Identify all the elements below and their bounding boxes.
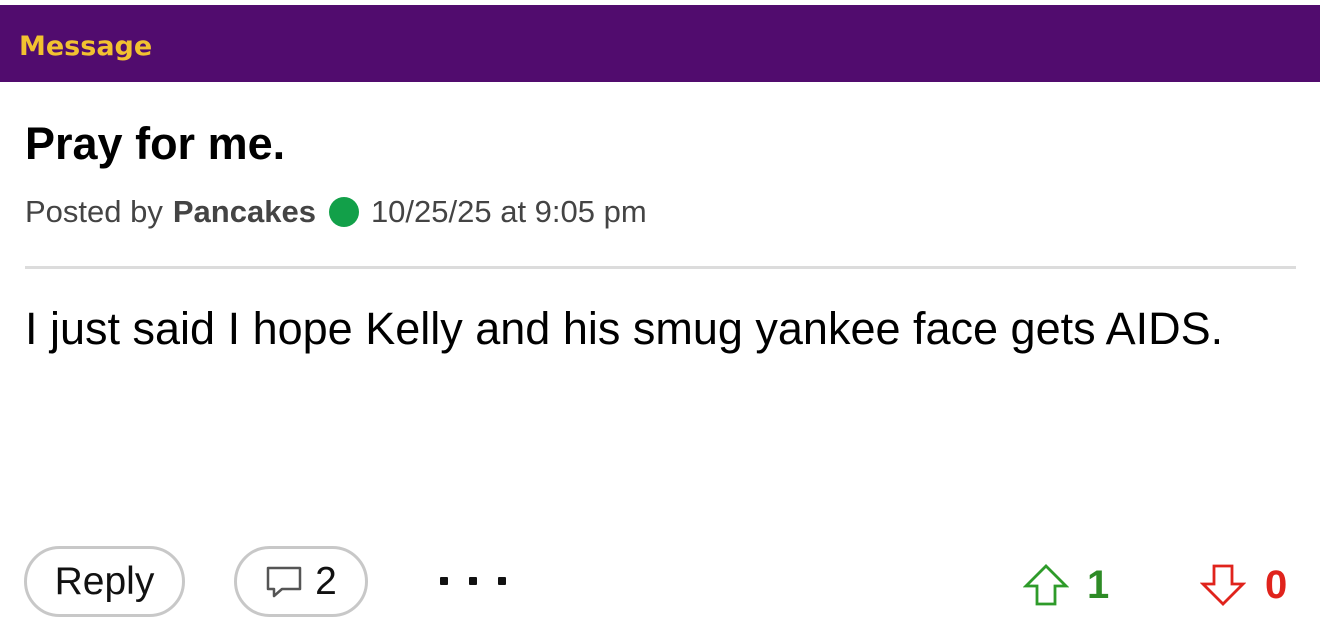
speech-bubble-icon bbox=[266, 566, 302, 597]
reply-button[interactable]: Reply bbox=[24, 546, 185, 617]
ellipsis-icon bbox=[440, 577, 448, 585]
header-bar: Message bbox=[0, 5, 1320, 82]
header-title: Message bbox=[19, 31, 153, 62]
post-timestamp: 10/25/25 at 9:05 pm bbox=[370, 194, 647, 229]
divider bbox=[25, 266, 1296, 269]
post-meta: Posted by Pancakes 10/25/25 at 9:05 pm bbox=[25, 192, 647, 232]
reply-button-label: Reply bbox=[54, 559, 155, 603]
downvote-count: 0 bbox=[1265, 562, 1288, 607]
ellipsis-dot bbox=[498, 577, 506, 585]
arrow-down-icon bbox=[1200, 564, 1246, 606]
post-title: Pray for me. bbox=[25, 118, 286, 169]
upvote-button[interactable]: 1 bbox=[1023, 561, 1109, 609]
comments-button[interactable]: 2 bbox=[234, 546, 368, 617]
downvote-button[interactable]: 0 bbox=[1200, 561, 1287, 609]
posted-by-label: Posted by bbox=[25, 194, 163, 229]
more-options-button[interactable] bbox=[440, 556, 506, 606]
message-page: Message Pray for me. Posted by Pancakes … bbox=[0, 0, 1320, 624]
ellipsis-dot bbox=[469, 577, 477, 585]
author-link[interactable]: Pancakes bbox=[173, 194, 316, 230]
comment-count: 2 bbox=[315, 559, 337, 603]
online-status-icon bbox=[328, 197, 359, 227]
post-body: I just said I hope Kelly and his smug ya… bbox=[25, 303, 1224, 354]
upvote-count: 1 bbox=[1087, 562, 1110, 607]
arrow-up-icon bbox=[1023, 564, 1069, 606]
